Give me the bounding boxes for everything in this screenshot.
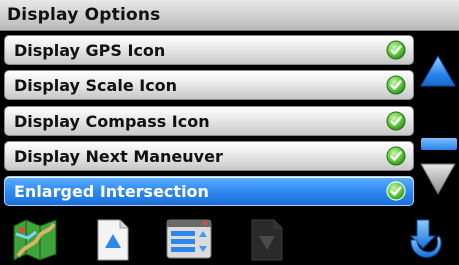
option-label: Display Scale Icon [14, 76, 178, 95]
page-up-icon[interactable] [96, 218, 130, 262]
check-icon[interactable] [386, 75, 406, 95]
bottom-toolbar [0, 208, 459, 265]
title-bar: Display Options [0, 0, 459, 31]
back-icon[interactable] [403, 216, 447, 262]
option-display-compass-icon[interactable]: Display Compass Icon [4, 106, 414, 136]
option-display-next-maneuver[interactable]: Display Next Maneuver [4, 141, 414, 171]
page-title: Display Options [7, 5, 161, 25]
scrollbar-thumb[interactable] [421, 138, 457, 150]
scroll-down-arrow-icon[interactable] [419, 162, 457, 196]
check-icon[interactable] [386, 40, 406, 60]
option-label: Display Next Maneuver [14, 147, 223, 166]
page-down-icon[interactable] [250, 218, 284, 262]
option-enlarged-intersection[interactable]: Enlarged Intersection [4, 176, 414, 206]
check-icon[interactable] [386, 146, 406, 166]
scroll-up-arrow-icon[interactable] [419, 54, 457, 88]
option-display-scale-icon[interactable]: Display Scale Icon [4, 70, 414, 100]
option-display-gps-icon[interactable]: Display GPS Icon [4, 35, 414, 65]
option-label: Display GPS Icon [14, 41, 166, 60]
check-icon[interactable] [386, 181, 406, 201]
check-icon[interactable] [386, 111, 406, 131]
map-icon[interactable] [10, 216, 60, 262]
option-label: Enlarged Intersection [14, 182, 209, 201]
option-label: Display Compass Icon [14, 112, 210, 131]
list-settings-icon[interactable] [165, 216, 213, 260]
